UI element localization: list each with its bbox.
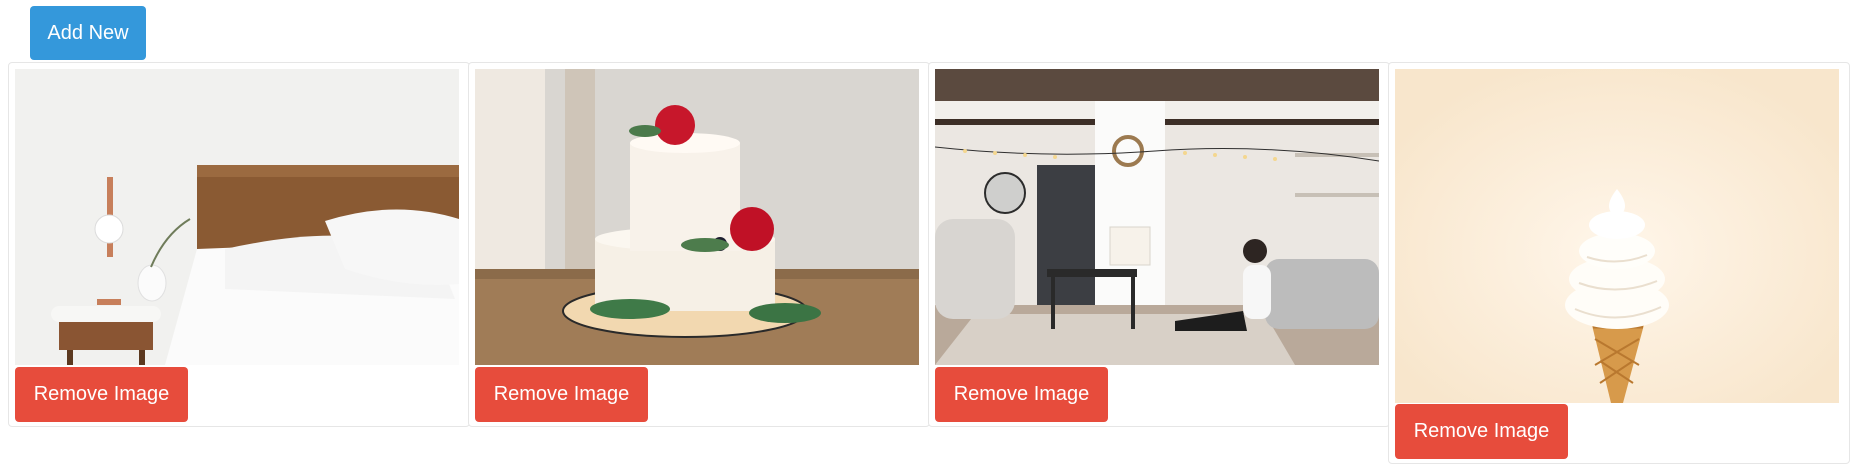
image-card: Remove Image	[468, 62, 930, 427]
image-card: Remove Image	[1388, 62, 1850, 464]
living-room-image	[935, 69, 1379, 365]
image-card: Remove Image	[8, 62, 470, 427]
remove-image-button[interactable]: Remove Image	[15, 367, 188, 422]
remove-image-button[interactable]: Remove Image	[475, 367, 648, 422]
remove-image-button[interactable]: Remove Image	[1395, 404, 1568, 459]
cake-image	[475, 69, 919, 365]
bedroom-image	[15, 69, 459, 365]
remove-image-button[interactable]: Remove Image	[935, 367, 1108, 422]
add-new-button[interactable]: Add New	[30, 6, 146, 60]
image-card: Remove Image	[928, 62, 1390, 427]
ice-cream-image	[1395, 69, 1839, 403]
